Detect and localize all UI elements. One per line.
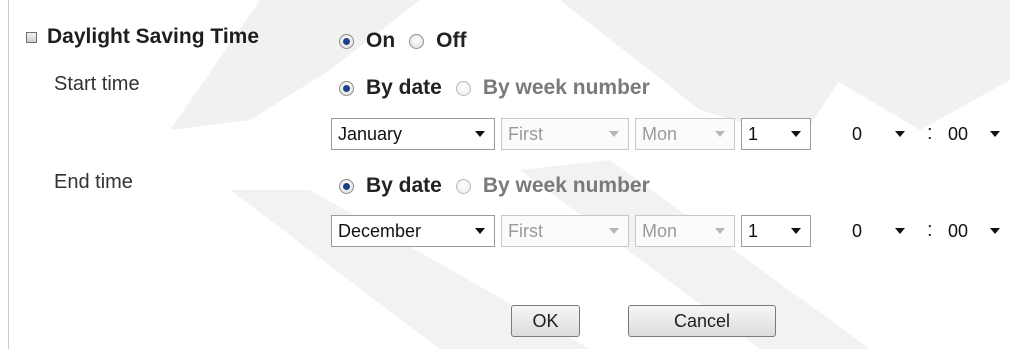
caret-down-icon bbox=[715, 228, 725, 234]
end-week-value: First bbox=[508, 220, 543, 241]
end-by-week-radio[interactable] bbox=[455, 178, 471, 194]
end-month-select[interactable]: December bbox=[331, 215, 495, 247]
end-weekday-select[interactable]: Mon bbox=[635, 215, 735, 247]
start-by-date-label[interactable]: By date bbox=[366, 76, 442, 100]
dst-on-label[interactable]: On bbox=[366, 29, 395, 53]
end-weekday-value: Mon bbox=[642, 220, 678, 241]
panel-left-border bbox=[8, 0, 9, 349]
caret-down-icon bbox=[990, 228, 1000, 234]
end-day-value: 1 bbox=[748, 220, 759, 241]
square-bullet-icon bbox=[26, 31, 37, 43]
dst-radio-group: On Off bbox=[339, 29, 481, 53]
start-month-value: January bbox=[338, 123, 403, 144]
start-by-date-radio[interactable] bbox=[339, 80, 354, 96]
start-weekday-value: Mon bbox=[642, 123, 678, 144]
start-day-value: 1 bbox=[748, 123, 759, 144]
end-day-select[interactable]: 1 bbox=[741, 215, 811, 247]
caret-down-icon bbox=[475, 131, 485, 137]
dst-off-radio[interactable] bbox=[409, 33, 425, 49]
end-by-week-label[interactable]: By week number bbox=[483, 174, 650, 198]
start-weekday-select[interactable]: Mon bbox=[635, 118, 735, 150]
end-month-value: December bbox=[338, 220, 422, 241]
end-time-label: End time bbox=[54, 171, 133, 193]
caret-down-icon bbox=[475, 228, 485, 234]
caret-down-icon bbox=[895, 131, 905, 137]
start-time-separator: : bbox=[927, 122, 933, 144]
start-hour-value: 0 bbox=[852, 123, 863, 144]
dst-off-label[interactable]: Off bbox=[436, 29, 466, 53]
start-by-week-radio[interactable] bbox=[455, 80, 471, 96]
caret-down-icon bbox=[791, 131, 801, 137]
end-time-separator: : bbox=[927, 219, 933, 241]
start-minute-value: 00 bbox=[948, 123, 969, 144]
start-mode-radio-group: By date By week number bbox=[339, 76, 664, 100]
caret-down-icon bbox=[895, 228, 905, 234]
start-week-select[interactable]: First bbox=[501, 118, 629, 150]
start-day-select[interactable]: 1 bbox=[741, 118, 811, 150]
end-by-date-radio[interactable] bbox=[339, 178, 354, 194]
end-mode-radio-group: By date By week number bbox=[339, 174, 664, 198]
start-hour-select[interactable]: 0 bbox=[845, 118, 915, 150]
caret-down-icon bbox=[715, 131, 725, 137]
caret-down-icon bbox=[609, 228, 619, 234]
start-by-week-label[interactable]: By week number bbox=[483, 76, 650, 100]
end-hour-select[interactable]: 0 bbox=[845, 215, 915, 247]
start-month-select[interactable]: January bbox=[331, 118, 495, 150]
end-minute-value: 00 bbox=[948, 220, 969, 241]
dst-on-radio[interactable] bbox=[339, 33, 354, 49]
dst-title: Daylight Saving Time bbox=[47, 25, 259, 48]
dst-section-header: Daylight Saving Time bbox=[26, 25, 259, 49]
caret-down-icon bbox=[609, 131, 619, 137]
end-minute-select[interactable]: 00 bbox=[941, 215, 1010, 247]
caret-down-icon bbox=[791, 228, 801, 234]
caret-down-icon bbox=[990, 131, 1000, 137]
end-week-select[interactable]: First bbox=[501, 215, 629, 247]
start-minute-select[interactable]: 00 bbox=[941, 118, 1010, 150]
start-week-value: First bbox=[508, 123, 543, 144]
end-hour-value: 0 bbox=[852, 220, 863, 241]
ok-button[interactable]: OK bbox=[511, 305, 580, 337]
end-by-date-label[interactable]: By date bbox=[366, 174, 442, 198]
cancel-button[interactable]: Cancel bbox=[628, 305, 776, 337]
start-time-label: Start time bbox=[54, 73, 140, 95]
